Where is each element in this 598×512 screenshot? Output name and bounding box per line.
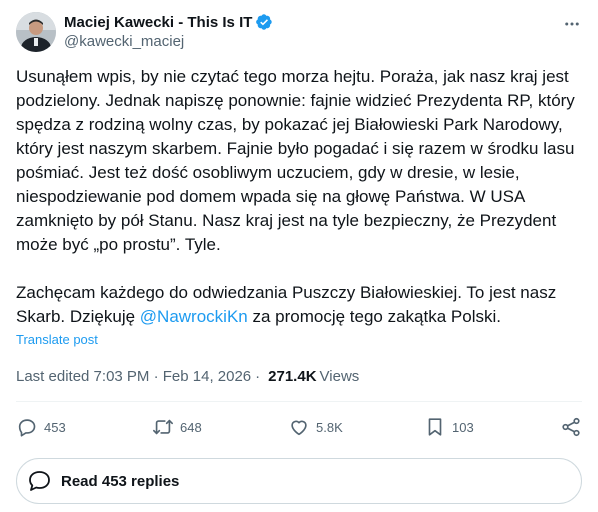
repost-icon xyxy=(153,419,173,435)
post-header: Maciej Kawecki - This Is IT @kawecki_mac… xyxy=(16,12,582,56)
read-replies-label: Read 453 replies xyxy=(61,472,180,490)
share-icon xyxy=(562,417,580,437)
like-icon xyxy=(291,420,307,436)
avatar[interactable] xyxy=(16,12,56,52)
views-label: Views xyxy=(319,367,360,385)
reply-count: 453 xyxy=(44,419,66,435)
meta-separator: · xyxy=(255,367,261,385)
read-replies-button[interactable]: Read 453 replies xyxy=(16,458,582,504)
like-count: 5.8K xyxy=(316,419,343,435)
edited-timestamp[interactable]: Last edited 7:03 PM · Feb 14, 2026 xyxy=(16,368,251,385)
post-paragraph: Usunąłem wpis, by nie czytać tego morza … xyxy=(16,67,575,254)
avatar-image xyxy=(16,12,56,52)
post-closing-paragraph: Zachęcam każdego do odwiedzania Puszczy … xyxy=(16,281,582,329)
bookmark-icon xyxy=(428,418,442,436)
author-handle[interactable]: @kawecki_maciej xyxy=(64,33,273,50)
translate-post-link[interactable]: Translate post xyxy=(16,332,98,347)
like-button[interactable]: 5.8K xyxy=(288,410,398,444)
reply-icon xyxy=(18,419,36,437)
bookmark-count: 103 xyxy=(452,419,474,435)
bookmark-button[interactable]: 103 xyxy=(424,410,534,444)
closing-text-after: za promocję tego zakątka Polski. xyxy=(247,307,501,326)
verified-badge-icon[interactable] xyxy=(255,13,273,31)
share-button[interactable] xyxy=(560,410,582,444)
post-text: Usunąłem wpis, by nie czytać tego morza … xyxy=(16,65,582,329)
mention-link[interactable]: @NawrockiKn xyxy=(140,307,248,326)
reply-button[interactable]: 453 xyxy=(16,410,126,444)
divider xyxy=(16,401,582,402)
action-bar: 453 648 5.8K 103 xyxy=(16,404,582,450)
repost-count: 648 xyxy=(180,419,202,435)
views-count: 271.4K xyxy=(268,367,317,385)
repost-button[interactable]: 648 xyxy=(152,410,262,444)
more-icon[interactable] xyxy=(562,14,582,34)
author-display-name[interactable]: Maciej Kawecki - This Is IT xyxy=(64,14,252,31)
replies-bubble-icon xyxy=(29,471,50,491)
post-meta: Last edited 7:03 PM · Feb 14, 2026 · 271… xyxy=(16,366,359,386)
